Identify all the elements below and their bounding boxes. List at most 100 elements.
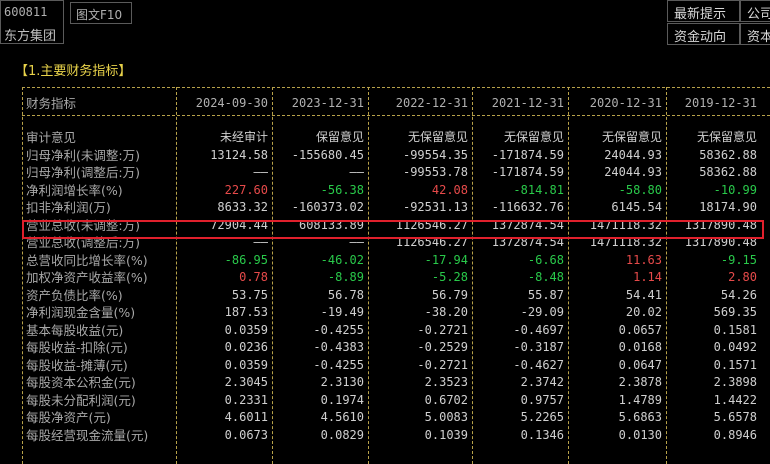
table-cell: 18174.90 [699, 200, 757, 214]
table-cell: -86.95 [224, 252, 268, 267]
table-cell: 56.78 [327, 287, 364, 302]
table-cell: 0.0829 [320, 427, 364, 442]
table-cell: -19.49 [320, 305, 364, 319]
table-cell: 5.0083 [424, 410, 468, 424]
table-cell: 53.75 [231, 287, 268, 302]
table-cell: 20.02 [625, 305, 662, 319]
table-cell: 未经审计 [219, 130, 268, 144]
table-cell: 无保留意见 [696, 130, 757, 144]
table-cell: 0.0657 [618, 322, 662, 337]
table-cell: 5.6578 [713, 410, 757, 424]
table-cell: 5.6863 [618, 410, 662, 424]
table-cell: -0.2529 [417, 340, 468, 354]
table-cell: -46.02 [320, 252, 364, 267]
table-cell: 56.79 [431, 287, 468, 302]
table-row: 总营收同比增长率(%) -86.95 -46.02 -17.94 -6.68 11.63 -… [22, 252, 770, 269]
table-cell: 0.0673 [224, 427, 268, 442]
table-cell: 2.3130 [320, 375, 364, 389]
table-cell: 0.9757 [520, 392, 564, 407]
table-cell: -6.68 [527, 252, 564, 267]
table-cell: 0.0492 [713, 340, 757, 354]
row-label: 基本每股收益(元) [26, 322, 124, 338]
table-cell: 0.8946 [713, 427, 757, 442]
table-cell: -58.80 [618, 182, 662, 197]
table-cell: 4.5610 [320, 410, 364, 424]
table-row: 基本每股收益(元) 0.0359 -0.4255 -0.2721 -0.4697 0.06… [22, 322, 770, 339]
table-row: 每股收益-摊薄(元) 0.0359 -0.4255 -0.2721 -0.4627 0.0… [22, 357, 770, 374]
row-label: 归母净利(未调整:万) [26, 147, 140, 163]
section-title: 【1.主要财务指标】 [15, 64, 132, 79]
header-date: 2023-12-31 [291, 96, 364, 110]
table-row: 扣非净利润(万) 8633.32 -160373.02 -92531.13 -11663… [22, 199, 770, 216]
table-cell: 0.0359 [224, 322, 268, 337]
table-cell: 0.1039 [424, 427, 468, 442]
table-cell: 227.60 [224, 182, 268, 197]
table-cell: -0.2721 [417, 322, 468, 337]
table-cell: 2.3742 [520, 375, 564, 389]
row-label: 每股收益-扣除(元) [26, 340, 128, 355]
table-cell: 2.3898 [713, 375, 757, 389]
table-row: 归母净利(调整后:万) —— —— -99553.78 -171874.59 24044.… [22, 164, 770, 181]
table-cell: -9.15 [720, 252, 757, 267]
row-label: 扣非净利润(万) [26, 200, 111, 215]
stock-name: 东方集团 [4, 29, 57, 44]
row-label: 每股收益-摊薄(元) [26, 357, 128, 373]
table-cell: 2.3523 [424, 375, 468, 389]
table-cell: 187.53 [224, 305, 268, 319]
table-cell: 无保留意见 [601, 130, 662, 144]
table-cell: 0.1346 [520, 427, 564, 442]
nav-latest-button[interactable]: 最新提示 [667, 0, 740, 22]
table-cell: 1.4789 [618, 392, 662, 407]
table-cell: 58362.88 [699, 165, 757, 179]
table-cell: 8633.32 [217, 200, 268, 214]
table-cell: 569.35 [713, 305, 757, 319]
financial-indicators-table: 财务指标 2024-09-30 2023-12-31 2022-12-31 2021-1… [22, 87, 770, 464]
table-cell: -99554.35 [402, 147, 468, 162]
table-cell: 55.87 [527, 287, 564, 302]
table-cell: 4.6011 [224, 410, 268, 424]
tab-f10[interactable]: 图文F10 [70, 2, 132, 24]
table-cell: -0.2721 [417, 357, 468, 372]
stock-info-box: 600811 东方集团 [0, 0, 64, 44]
header-date: 2019-12-31 [684, 96, 757, 110]
table-cell: -155680.45 [291, 147, 364, 162]
table-cell: -0.4383 [313, 340, 364, 354]
table-cell: —— [349, 165, 364, 179]
nav-capital-button[interactable]: 资本 [740, 23, 770, 45]
nav-funds-button[interactable]: 资金动向 [667, 23, 740, 45]
table-cell: -8.89 [327, 270, 364, 284]
row-label: 归母净利(调整后:万) [26, 165, 140, 180]
table-cell: -814.81 [513, 182, 564, 197]
table-row: 每股未分配利润(元) 0.2331 0.1974 0.6702 0.9757 1.4789… [22, 392, 770, 409]
table-cell: 0.2331 [224, 392, 268, 407]
stock-code: 600811 [4, 5, 48, 19]
table-cell: 5.2265 [520, 410, 564, 424]
revenue-row-highlight [22, 220, 764, 239]
table-cell: 0.0130 [618, 427, 662, 442]
table-cell: -99553.78 [402, 165, 468, 179]
table-cell: -92531.13 [402, 200, 468, 214]
table-row: 审计意见 未经审计 保留意见 无保留意见 无保留意见 无保留意见 无保留意见 [22, 129, 770, 146]
table-cell: -8.48 [527, 270, 564, 284]
row-label: 资产负债比率(%) [26, 287, 123, 303]
table-cell: -5.28 [431, 270, 468, 284]
table-cell: -171874.59 [491, 165, 564, 179]
table-row: 每股净资产(元) 4.6011 4.5610 5.0083 5.2265 5.6863 5.… [22, 409, 770, 426]
table-cell: -56.38 [320, 182, 364, 197]
header-date: 2022-12-31 [395, 96, 468, 110]
nav-company-button[interactable]: 公司 [740, 0, 770, 22]
table-row: 每股资本公积金(元) 2.3045 2.3130 2.3523 2.3742 2.3878… [22, 374, 770, 391]
row-label: 每股未分配利润(元) [26, 392, 136, 408]
header-date: 2024-09-30 [195, 96, 268, 110]
table-header-divider [22, 115, 770, 116]
table-row: 净利润增长率(%) 227.60 -56.38 42.08 -814.81 -58.80 -… [22, 182, 770, 199]
table-cell: 2.3045 [224, 375, 268, 389]
table-row: 每股收益-扣除(元) 0.0236 -0.4383 -0.2529 -0.3187 0.0… [22, 339, 770, 356]
table-cell: -10.99 [713, 182, 757, 197]
row-label: 每股经营现金流量(元) [26, 427, 149, 443]
table-cell: -171874.59 [491, 147, 564, 162]
row-label: 审计意见 [26, 130, 77, 145]
table-cell: 0.0647 [618, 357, 662, 372]
table-cell: 6145.54 [611, 200, 662, 214]
table-header-row: 财务指标 2024-09-30 2023-12-31 2022-12-31 2021-1… [22, 95, 770, 112]
